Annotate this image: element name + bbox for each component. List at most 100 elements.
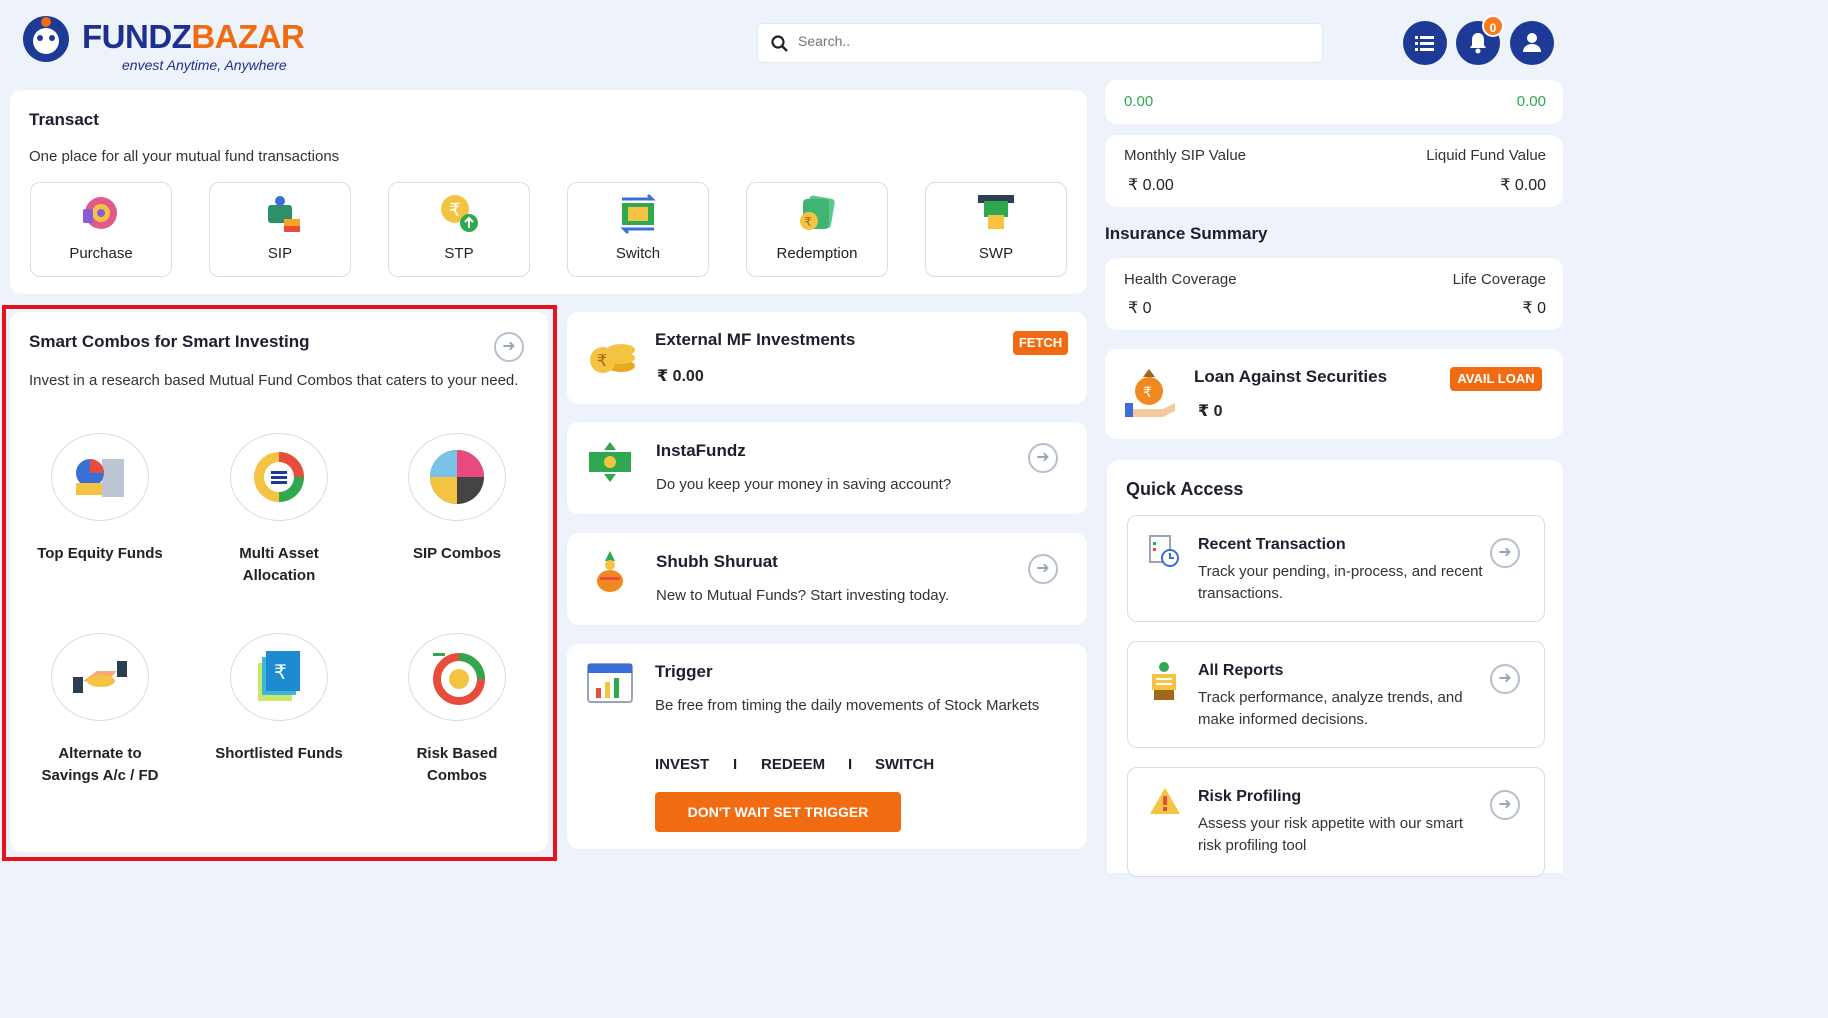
instafundz-title: InstaFundz [656,441,746,460]
search-icon [771,35,788,52]
avail-loan-button[interactable]: AVAIL LOAN [1450,367,1542,391]
profile-button[interactable] [1510,21,1554,65]
building-chart-icon [76,459,124,497]
loan-value: ₹ 0 [1198,403,1223,420]
svg-text:₹: ₹ [274,660,287,684]
notification-button[interactable]: 0 [1456,15,1504,65]
transact-title: Transact [29,110,99,129]
qa-arrow-button[interactable]: ➜ [1490,538,1520,568]
cash-note-icon [589,442,631,482]
insurance-title: Insurance Summary [1105,224,1268,243]
sip-button[interactable]: SIP [209,182,351,277]
external-mf-card[interactable]: ₹ External MF Investments ₹ 0.00 FETCH [567,312,1087,404]
pie-chart-icon [430,450,484,504]
logo-wordmark[interactable]: FUNDZBAZAR [82,18,305,56]
health-coverage-value: ₹ 0 [1128,300,1152,317]
combo-label: Alternate to Savings A/c / FD [41,745,159,784]
set-trigger-button[interactable]: DON'T WAIT SET TRIGGER [655,792,901,832]
notification-count-badge: 0 [1482,15,1504,37]
trigger-separator: I [733,756,738,773]
menu-button[interactable] [1403,21,1447,65]
trigger-option-switch[interactable]: SWITCH [875,756,934,773]
combo-circle [230,433,328,521]
combos-title: Smart Combos for Smart Investing [29,332,310,351]
stp-label: STP [444,245,474,262]
logo-tagline: envest Anytime, Anywhere [122,57,287,73]
combo-circle [408,433,506,521]
external-mf-title: External MF Investments [655,330,856,349]
loan-title: Loan Against Securities [1194,367,1388,386]
qa-title: Recent Transaction [1198,536,1346,553]
logo-part2: BAZAR [191,18,305,55]
logo-icon[interactable] [18,14,74,64]
rupee-document-icon: ₹ [258,651,300,701]
qa-arrow-button[interactable]: ➜ [1490,664,1520,694]
trigger-separator: I [848,756,853,773]
combo-label: Multi Asset Allocation [239,545,319,584]
list-icon [1415,36,1434,51]
swp-icon [978,195,1014,229]
combo-circle [51,633,149,721]
quick-access-title: Quick Access [1126,479,1244,499]
combo-alternate-savings[interactable]: Alternate to Savings A/c / FD [15,633,185,787]
insurance-card: Health Coverage ₹ 0 Life Coverage ₹ 0 [1105,258,1563,330]
kalash-icon [597,551,623,592]
qa-desc: Track performance, analyze trends, and m… [1198,689,1463,728]
redemption-label: Redemption [776,245,858,262]
money-bag-hand-icon: ₹ [1125,369,1175,417]
sip-icon [268,196,300,232]
shubh-arrow-button[interactable]: ➜ [1028,554,1058,584]
money-bag-ring-icon [433,653,485,705]
combo-circle [408,633,506,721]
instafundz-card[interactable]: InstaFundz Do you keep your money in sav… [567,422,1087,514]
liquid-fund-value: ₹ 0.00 [1500,177,1546,194]
combos-subtitle: Invest in a research based Mutual Fund C… [29,372,519,389]
calendar-chart-icon [587,663,633,703]
shubh-subtitle: New to Mutual Funds? Start investing tod… [656,587,950,604]
combo-sip-combos[interactable]: SIP Combos [372,433,542,565]
trigger-option-redeem[interactable]: REDEEM [761,756,825,773]
recent-transaction-item[interactable]: Recent Transaction Track your pending, i… [1127,515,1545,622]
risk-profiling-item[interactable]: Risk Profiling Assess your risk appetite… [1127,767,1545,877]
user-icon [1523,33,1541,52]
bell-icon [1470,33,1486,54]
svg-text:₹: ₹ [804,215,812,229]
trigger-title: Trigger [655,662,713,681]
redemption-button[interactable]: ₹ Redemption [746,182,888,277]
stp-button[interactable]: ₹ STP [388,182,530,277]
document-clock-icon [1149,535,1179,567]
instafundz-arrow-button[interactable]: ➜ [1028,443,1058,473]
svg-text:₹: ₹ [449,200,460,221]
redemption-icon: ₹ [800,195,835,230]
switch-label: Switch [615,245,661,262]
liquid-fund-label: Liquid Fund Value [1426,147,1546,164]
combo-risk-based[interactable]: Risk Based Combos [372,633,542,787]
switch-button[interactable]: Switch [567,182,709,277]
shubh-shuruat-card[interactable]: Shubh Shuruat New to Mutual Funds? Start… [567,533,1087,625]
combo-shortlisted-funds[interactable]: ₹ Shortlisted Funds [194,633,364,765]
risk-warning-icon [1150,788,1180,814]
purchase-button[interactable]: Purchase [30,182,172,277]
qa-arrow-button[interactable]: ➜ [1490,790,1520,820]
search-input[interactable] [798,33,1298,49]
svg-text:₹: ₹ [1143,385,1152,401]
search-box[interactable] [757,23,1323,63]
combo-label: Shortlisted Funds [215,745,343,762]
loan-card[interactable]: ₹ Loan Against Securities ₹ 0 AVAIL LOAN [1105,349,1563,439]
sip-label: SIP [267,245,293,262]
combo-top-equity-funds[interactable]: Top Equity Funds [15,433,185,565]
purchase-icon [83,197,117,229]
all-reports-item[interactable]: All Reports Track performance, analyze t… [1127,641,1545,748]
health-coverage-label: Health Coverage [1124,271,1237,288]
swp-button[interactable]: SWP [925,182,1067,277]
header: FUNDZBAZAR envest Anytime, Anywhere 0 [0,0,1568,88]
portfolio-values-card: 0.00 0.00 [1105,80,1563,124]
combos-arrow-button[interactable]: ➜ [494,332,524,362]
trigger-option-invest[interactable]: INVEST [655,756,709,773]
fetch-button[interactable]: FETCH [1013,331,1068,355]
trigger-subtitle: Be free from timing the daily movements … [655,697,1040,714]
qa-desc: Track your pending, in-process, and rece… [1198,563,1483,602]
monthly-sip-label: Monthly SIP Value [1124,147,1247,164]
combo-label: SIP Combos [412,545,502,562]
combo-multi-asset-allocation[interactable]: Multi Asset Allocation [194,433,364,587]
